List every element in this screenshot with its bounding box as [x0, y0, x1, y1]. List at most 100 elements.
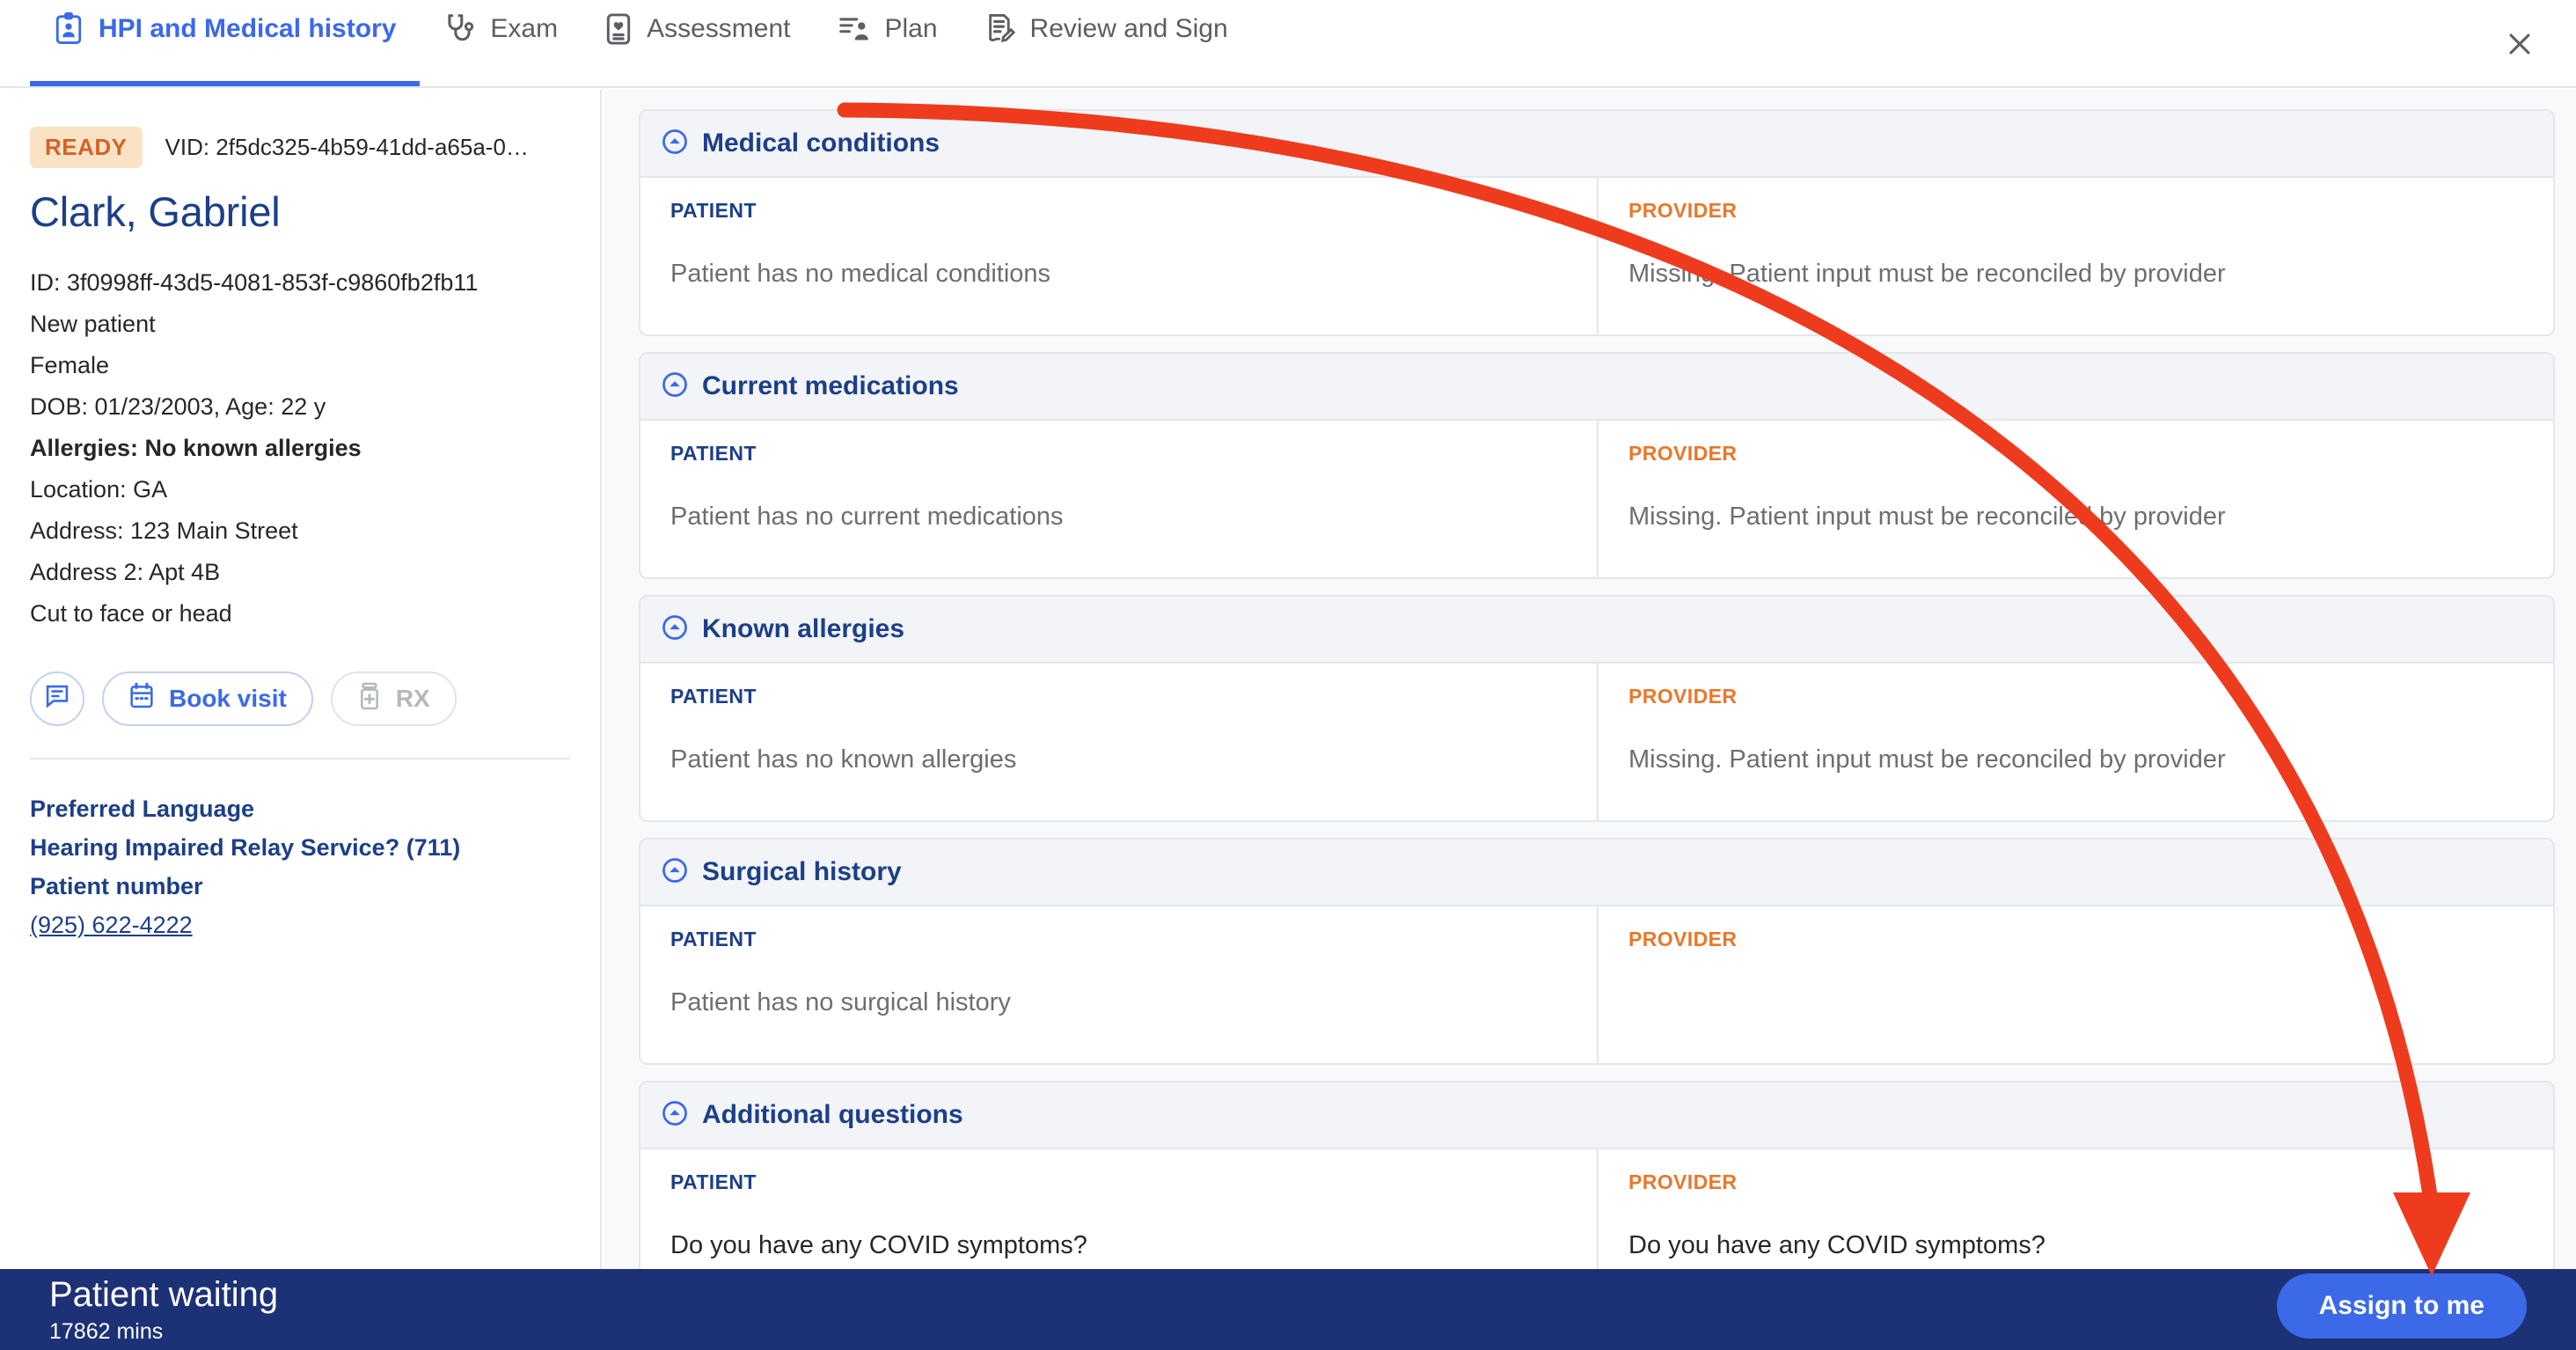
section-title: Known allergies: [702, 614, 905, 643]
section-known-allergies: Known allergies PATIENT Patient has no k…: [639, 595, 2555, 822]
detail-id: ID: 3f0998ff-43d5-4081-853f-c9860fb2fb11: [30, 269, 479, 296]
detail-allergies: Allergies: No known allergies: [30, 435, 362, 461]
tab-bar: HPI and Medical history Exam Assessment …: [0, 0, 2576, 88]
tab-assessment[interactable]: Assessment: [582, 0, 814, 86]
status-badge: READY: [30, 127, 143, 168]
tab-label: Review and Sign: [1029, 14, 1228, 43]
provider-column-label: PROVIDER: [1628, 199, 1738, 222]
sidebar-divider: [30, 758, 570, 759]
book-visit-button[interactable]: Book visit: [102, 671, 313, 726]
provider-column: PROVIDER Missing. Patient input must be …: [1597, 421, 2553, 577]
section-title: Additional questions: [702, 1100, 963, 1129]
section-title: Surgical history: [702, 857, 902, 886]
status-row: READY VID: 2f5dc325-4b59-41dd-a65a-0…: [30, 127, 570, 168]
tab-label: HPI and Medical history: [99, 14, 397, 43]
patient-column: PATIENT Patient has no known allergies: [640, 664, 1597, 820]
plan-list-icon: [838, 13, 870, 45]
patient-column-label: PATIENT: [670, 928, 757, 950]
waiting-status: Patient waiting 17862 mins: [49, 1275, 278, 1345]
section-title: Current medications: [702, 371, 959, 400]
section-header[interactable]: Surgical history: [640, 840, 2553, 906]
page-title[interactable]: Clark, Gabriel: [30, 187, 570, 236]
close-icon[interactable]: [2499, 23, 2541, 65]
patient-value: Patient has no known allergies: [670, 745, 1017, 774]
action-button-row: Book visit RX: [30, 671, 570, 726]
section-surgical-history: Surgical history PATIENT Patient has no …: [639, 838, 2555, 1065]
document-pen-icon: [985, 12, 1015, 46]
rx-button[interactable]: RX: [330, 671, 457, 726]
patient-column-label: PATIENT: [670, 442, 757, 465]
patient-value: Patient has no current medications: [670, 503, 1064, 531]
collapse-chevron-up-icon[interactable]: [662, 371, 688, 402]
section-header[interactable]: Medical conditions: [640, 111, 2553, 178]
link-patient-number[interactable]: Patient number: [30, 867, 570, 906]
section-additional-questions: Additional questions PATIENT Do you have…: [639, 1081, 2555, 1269]
calendar-icon: [128, 682, 155, 716]
provider-column-label: PROVIDER: [1628, 928, 1738, 950]
provider-column-label: PROVIDER: [1628, 1170, 1738, 1193]
detail-address: Address: 123 Main Street: [30, 517, 298, 544]
provider-value: Missing. Patient input must be reconcile…: [1628, 503, 2226, 531]
detail-address-2: Address 2: Apt 4B: [30, 559, 221, 585]
medical-history-panel[interactable]: Medical conditions PATIENT Patient has n…: [604, 90, 2576, 1269]
provider-column: PROVIDER Missing. Patient input must be …: [1597, 178, 2553, 334]
tab-review-and-sign[interactable]: Review and Sign: [962, 0, 1252, 86]
message-button[interactable]: [30, 671, 84, 726]
section-body: PATIENT Patient has no known allergies P…: [640, 664, 2553, 820]
patient-phone-number[interactable]: (925) 622-4222: [30, 906, 570, 944]
tab-plan[interactable]: Plan: [815, 0, 962, 86]
patient-column: PATIENT Patient has no surgical history: [640, 906, 1597, 1063]
tab-exam[interactable]: Exam: [420, 0, 582, 86]
clipboard-person-icon: [54, 12, 84, 46]
section-body: PATIENT Patient has no surgical history …: [640, 906, 2553, 1063]
waiting-duration: 17862 mins: [49, 1318, 164, 1344]
collapse-chevron-up-icon[interactable]: [662, 857, 688, 888]
visit-id: VID: 2f5dc325-4b59-41dd-a65a-0…: [165, 134, 529, 160]
detail-patient-type: New patient: [30, 311, 156, 337]
provider-value: Missing. Patient input must be reconcile…: [1628, 260, 2226, 288]
link-preferred-language[interactable]: Preferred Language: [30, 789, 570, 828]
patient-value: Do you have any COVID symptoms?: [670, 1231, 1087, 1259]
collapse-chevron-up-icon[interactable]: [662, 1100, 688, 1131]
pill-bottle-icon: [357, 682, 382, 716]
patient-value: Patient has no medical conditions: [670, 260, 1051, 288]
patient-column-label: PATIENT: [670, 199, 757, 222]
rx-label: RX: [395, 685, 430, 712]
provider-column-label: PROVIDER: [1628, 442, 1738, 465]
section-body: PATIENT Patient has no medical condition…: [640, 178, 2553, 334]
link-hearing-impaired-relay[interactable]: Hearing Impaired Relay Service? (711): [30, 828, 570, 867]
book-visit-label: Book visit: [169, 685, 287, 712]
tab-hpi-and-medical-history[interactable]: HPI and Medical history: [30, 0, 421, 86]
provider-column: PROVIDER Missing. Patient input must be …: [1597, 664, 2553, 820]
patient-column: PATIENT Patient has no medical condition…: [640, 178, 1597, 334]
tab-label: Plan: [884, 14, 938, 43]
heart-monitor-icon: [605, 12, 632, 46]
patient-details: ID: 3f0998ff-43d5-4081-853f-c9860fb2fb11…: [30, 262, 570, 635]
section-body: PATIENT Do you have any COVID symptoms? …: [640, 1149, 2553, 1269]
patient-sidebar: READY VID: 2f5dc325-4b59-41dd-a65a-0… Cl…: [0, 90, 602, 1269]
patient-waiting-bar: Patient waiting 17862 mins Assign to me: [0, 1269, 2576, 1350]
tab-label: Exam: [490, 14, 559, 43]
chat-bubble-icon: [44, 683, 70, 715]
section-header[interactable]: Known allergies: [640, 597, 2553, 664]
waiting-title: Patient waiting: [49, 1274, 279, 1314]
tab-list: HPI and Medical history Exam Assessment …: [0, 0, 1252, 86]
section-header[interactable]: Current medications: [640, 354, 2553, 421]
detail-location: Location: GA: [30, 476, 168, 503]
section-header[interactable]: Additional questions: [640, 1082, 2553, 1149]
patient-value: Patient has no surgical history: [670, 988, 1011, 1016]
sidebar-links: Preferred Language Hearing Impaired Rela…: [30, 789, 570, 944]
collapse-chevron-up-icon[interactable]: [662, 128, 688, 159]
patient-column: PATIENT Do you have any COVID symptoms?: [640, 1149, 1597, 1269]
assign-to-me-button[interactable]: Assign to me: [2276, 1273, 2527, 1339]
provider-value: Do you have any COVID symptoms?: [1628, 1231, 2045, 1259]
section-current-medications: Current medications PATIENT Patient has …: [639, 352, 2555, 579]
patient-column: PATIENT Patient has no current medicatio…: [640, 421, 1597, 577]
section-body: PATIENT Patient has no current medicatio…: [640, 421, 2553, 577]
section-title: Medical conditions: [702, 128, 940, 158]
provider-column-label: PROVIDER: [1628, 685, 1738, 708]
collapse-chevron-up-icon[interactable]: [662, 614, 688, 645]
provider-column: PROVIDER Do you have any COVID symptoms?: [1597, 1149, 2553, 1269]
detail-chief-complaint: Cut to face or head: [30, 600, 232, 627]
section-medical-conditions: Medical conditions PATIENT Patient has n…: [639, 109, 2555, 336]
